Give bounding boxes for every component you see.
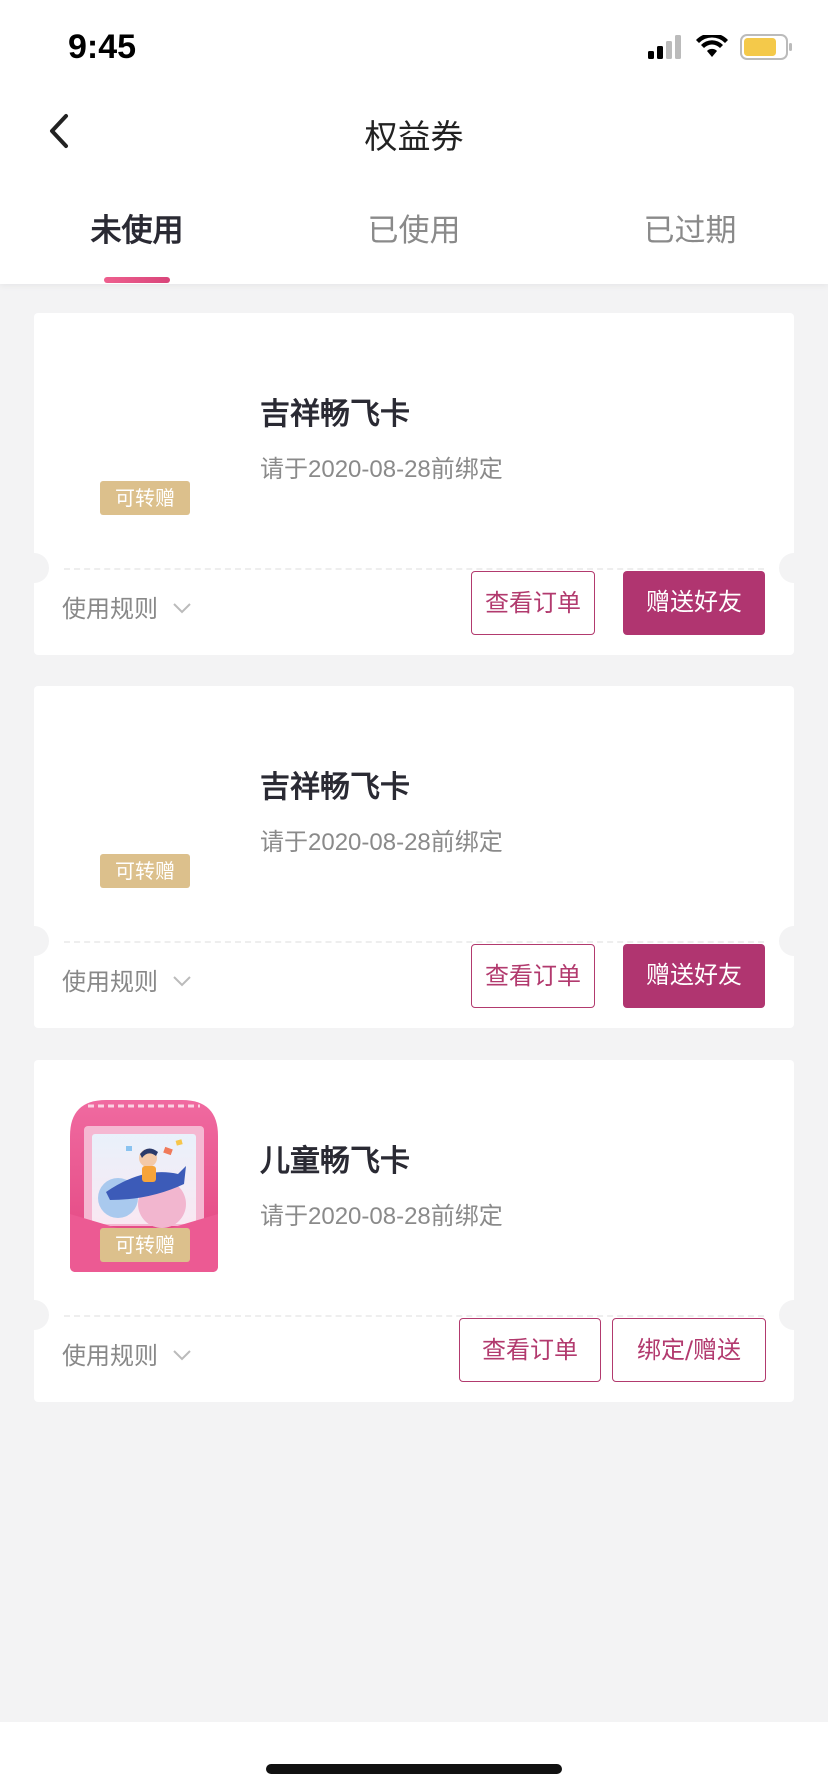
card-title: 吉祥畅飞卡 — [260, 397, 410, 432]
signal-icon — [648, 35, 681, 59]
chevron-down-icon — [173, 975, 191, 986]
card-divider — [64, 941, 764, 943]
coupon-card[interactable]: 可转赠 儿童畅飞卡 请于2020-08-28前绑定 使用规则 查看订单 绑定/赠… — [19, 1060, 809, 1402]
card-divider — [64, 568, 764, 570]
status-icons — [648, 34, 794, 60]
header-area: 9:45 权益券 未使用 已使用 已过期 — [0, 0, 828, 284]
card-deadline: 请于2020-08-28前绑定 — [260, 1203, 503, 1230]
card-title: 儿童畅飞卡 — [260, 1144, 410, 1179]
usage-rules-label: 使用规则 — [62, 1342, 158, 1370]
coupon-card[interactable]: 可转赠 吉祥畅飞卡 请于2020-08-28前绑定 使用规则 查看订单 赠送好友 — [19, 313, 809, 655]
page-title: 权益券 — [364, 117, 464, 156]
tab-bar: 未使用 已使用 已过期 — [0, 205, 828, 283]
card-title: 吉祥畅飞卡 — [260, 770, 410, 805]
gift-friend-button[interactable]: 赠送好友 — [623, 571, 765, 635]
usage-rules-toggle[interactable]: 使用规则 — [62, 589, 192, 624]
card-notch-left — [19, 1300, 49, 1330]
wifi-icon — [696, 35, 728, 57]
view-order-button[interactable]: 查看订单 — [471, 944, 595, 1008]
view-order-button[interactable]: 查看订单 — [459, 1318, 601, 1382]
gift-friend-button[interactable]: 赠送好友 — [623, 944, 765, 1008]
status-time: 9:45 — [68, 28, 137, 66]
usage-rules-toggle[interactable]: 使用规则 — [62, 1336, 192, 1371]
view-order-button[interactable]: 查看订单 — [471, 571, 595, 635]
transferable-badge: 可转赠 — [100, 481, 190, 515]
home-indicator[interactable] — [266, 1764, 562, 1774]
chevron-down-icon — [173, 1349, 191, 1360]
tab-unused[interactable]: 未使用 — [27, 205, 247, 250]
battery-icon — [740, 34, 792, 60]
card-notch-left — [19, 926, 49, 956]
usage-rules-label: 使用规则 — [62, 968, 158, 996]
card-notch-left — [19, 553, 49, 583]
bind-gift-button[interactable]: 绑定/赠送 — [612, 1318, 766, 1382]
usage-rules-label: 使用规则 — [62, 595, 158, 623]
tab-expired[interactable]: 已过期 — [580, 205, 800, 250]
coupon-card[interactable]: 可转赠 吉祥畅飞卡 请于2020-08-28前绑定 使用规则 查看订单 赠送好友 — [19, 686, 809, 1028]
bottom-bar — [0, 1722, 828, 1792]
card-notch-right — [779, 1300, 809, 1330]
card-divider — [64, 1315, 764, 1317]
card-deadline: 请于2020-08-28前绑定 — [260, 456, 503, 483]
transferable-badge: 可转赠 — [100, 1228, 190, 1262]
transferable-badge: 可转赠 — [100, 854, 190, 888]
chevron-down-icon — [173, 602, 191, 613]
tab-used[interactable]: 已使用 — [304, 205, 524, 250]
tab-active-indicator — [104, 277, 170, 283]
card-deadline: 请于2020-08-28前绑定 — [260, 829, 503, 856]
card-notch-right — [779, 926, 809, 956]
usage-rules-toggle[interactable]: 使用规则 — [62, 962, 192, 997]
card-notch-right — [779, 553, 809, 583]
